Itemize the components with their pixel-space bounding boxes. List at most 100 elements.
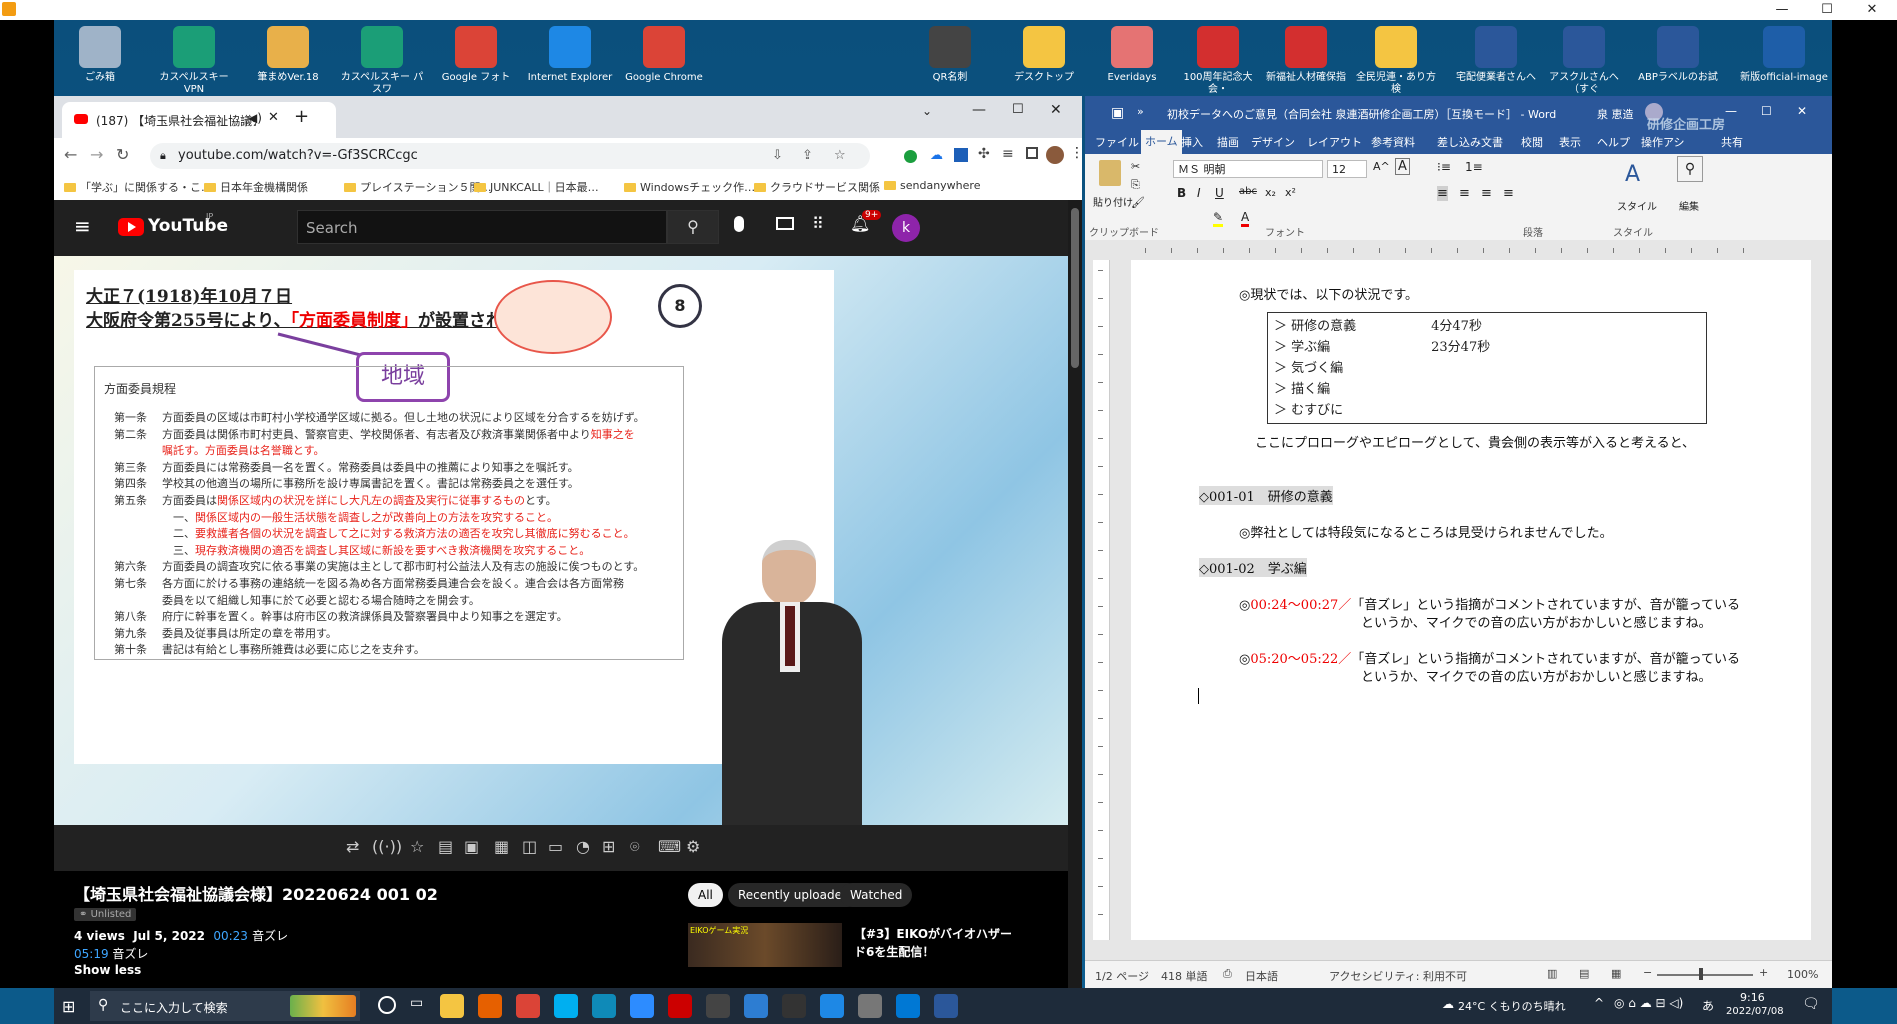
new-tab-button[interactable]: + [294,106,309,127]
proofing-icon[interactable]: ⎙ [1223,967,1232,981]
bookmark-item[interactable]: Windowsチェック作… [624,179,755,195]
vertical-ruler[interactable] [1093,260,1110,940]
bookmark-star-icon[interactable]: ☆ [834,143,846,169]
justify-icon[interactable]: ≡ [1503,186,1514,201]
save-icon[interactable]: ▣ [1111,105,1124,121]
speed-icon[interactable]: ◔ [576,837,590,856]
obs-icon[interactable] [706,994,730,1018]
broadcast-icon[interactable]: ((·)) [372,837,402,856]
edge-icon[interactable] [592,994,616,1018]
chrome-maximize-button[interactable]: ☐ [1012,102,1024,117]
style-gallery-icon[interactable]: A [1625,162,1640,187]
weather-text[interactable]: 24°C くもりのち晴れ [1458,998,1566,1014]
word-count[interactable]: 418 単語 [1161,968,1208,984]
reload-button[interactable]: ↻ [116,145,129,164]
add-to-icon[interactable]: ⊞ [602,837,615,856]
timestamp-link[interactable]: 00:23 [213,929,248,943]
zoom-slider-thumb[interactable] [1699,968,1703,980]
ribbon-tab[interactable]: 挿入 [1181,134,1203,150]
task-view-icon[interactable]: ▭ [410,995,423,1011]
ribbon-tab[interactable]: レイアウト [1307,134,1362,150]
side-panel-icon[interactable] [1026,147,1038,159]
scrollbar-thumb[interactable] [1071,208,1079,368]
superscript-icon[interactable]: x² [1285,186,1296,199]
favorite-star-icon[interactable]: ☆ [410,837,424,856]
recommendation-thumbnail[interactable]: EIKOゲーム実況 [688,923,842,967]
chrome-minimize-button[interactable]: — [972,102,986,118]
bookmark-item[interactable]: プレイステーション５関… [344,179,491,195]
ribbon-tab[interactable]: デザイン [1251,134,1295,150]
cut-icon[interactable]: ✂ [1131,160,1140,173]
queue-icon[interactable]: ▣ [464,837,479,856]
desktop-icon[interactable]: Google Chrome [620,26,708,84]
profile-avatar[interactable] [1046,146,1064,164]
bullets-icon[interactable]: ⁝≡ [1437,160,1451,174]
align-left-icon[interactable]: ≡ [1437,186,1448,201]
zoom-level[interactable]: 100% [1787,968,1818,981]
ribbon-tab[interactable]: 描画 [1217,134,1239,150]
loop-icon[interactable]: ⇄ [346,837,359,856]
install-icon[interactable]: ⇩ [772,143,783,169]
clapper-icon[interactable]: ▦ [494,837,509,856]
file-explorer-icon[interactable] [440,994,464,1018]
ribbon-tab[interactable]: 表示 [1559,134,1581,150]
windows-start-icon[interactable]: ⊞ [62,997,75,1016]
page-count[interactable]: 1/2 ページ [1095,968,1149,984]
desktop-icon[interactable]: Google フォト [432,26,520,84]
clock-date[interactable]: 2022/07/08 [1726,1006,1784,1017]
accessibility-status[interactable]: アクセシビリティ: 利用不可 [1329,968,1467,984]
copy-icon[interactable]: ⎘ [1131,178,1140,192]
ribbon-tab[interactable]: 参考資料 [1371,134,1415,150]
underline-icon[interactable]: U [1215,186,1224,200]
strikethrough-icon[interactable]: abc [1239,186,1257,197]
cortana-icon[interactable] [378,996,396,1014]
clear-format-icon[interactable]: A [1395,158,1410,175]
notification-center-icon[interactable]: 🗨︎ [1802,996,1820,1012]
screenshot-camera-icon[interactable]: ⌾ [630,837,640,857]
language[interactable]: 日本語 [1245,968,1278,984]
numbering-icon[interactable]: 1≡ [1465,160,1483,174]
desktop-icon[interactable]: 新福祉人材確保指 [1262,26,1350,84]
share-icon[interactable]: ⇪ [802,143,813,169]
keyboard-icon[interactable]: ⌨ [658,837,681,856]
bookmark-item[interactable]: クラウドサービス関係 [754,179,880,195]
taskbar-search-box[interactable]: ⚲ ここに入力して検索 [90,991,360,1021]
bold-icon[interactable]: B [1177,186,1186,200]
paste-icon[interactable] [1099,160,1121,186]
playlist-icon[interactable]: ▤ [438,837,453,856]
extension-cloud-icon[interactable]: ☁ [930,148,943,163]
reading-list-icon[interactable]: ≡ [1002,146,1014,162]
minimize-button[interactable]: — [1760,0,1804,20]
miniplayer-icon[interactable]: ◫ [522,837,537,856]
search-icon[interactable]: ⚲ [667,210,719,244]
ribbon-tab[interactable]: ファイル [1095,134,1139,150]
italic-icon[interactable]: I [1197,186,1201,200]
font-name-select[interactable]: ＭＳ 明朝 [1173,160,1323,178]
microphone-icon[interactable] [734,216,744,232]
tab-audio-icon[interactable]: ◀) [248,111,262,125]
word-maximize-button[interactable]: ☐ [1761,104,1772,118]
account-avatar[interactable]: k [892,214,920,242]
ribbon-tab[interactable]: 校閲 [1521,134,1543,150]
horizontal-ruler[interactable] [1085,240,1832,261]
desktop-icon[interactable]: カスペルスキー VPN [150,26,238,96]
settings-gear-icon[interactable]: ⚙ [686,837,700,856]
bookmark-item[interactable]: sendanywhere [884,179,980,192]
bookmark-item[interactable]: 「学ぶ」に関係する・こ… [64,179,212,195]
align-right-icon[interactable]: ≡ [1481,186,1492,201]
align-center-icon[interactable]: ≡ [1459,186,1470,201]
desktop-icon[interactable]: 筆まめVer.18 [244,26,332,84]
desktop-icon[interactable]: ABPラベルのお試 [1634,26,1722,84]
zoom-slider[interactable] [1657,974,1753,976]
tray-icons[interactable]: ◎ ⌂ ☁ ⊟ ◁) [1614,996,1683,1010]
zoom-in-button[interactable]: + [1759,966,1768,979]
desktop-icon[interactable]: 宅配便業者さんへ [1452,26,1540,84]
filter-chip[interactable]: All [688,883,723,907]
style-button[interactable]: スタイル [1617,198,1657,213]
paste-label[interactable]: 貼り付け [1093,194,1133,209]
word-minimize-button[interactable]: — [1725,104,1737,118]
timestamp-link[interactable]: 05:19 [74,947,109,961]
editing-button[interactable]: 編集 [1679,198,1699,213]
photos-icon[interactable] [744,994,768,1018]
camera-icon[interactable] [858,994,882,1018]
